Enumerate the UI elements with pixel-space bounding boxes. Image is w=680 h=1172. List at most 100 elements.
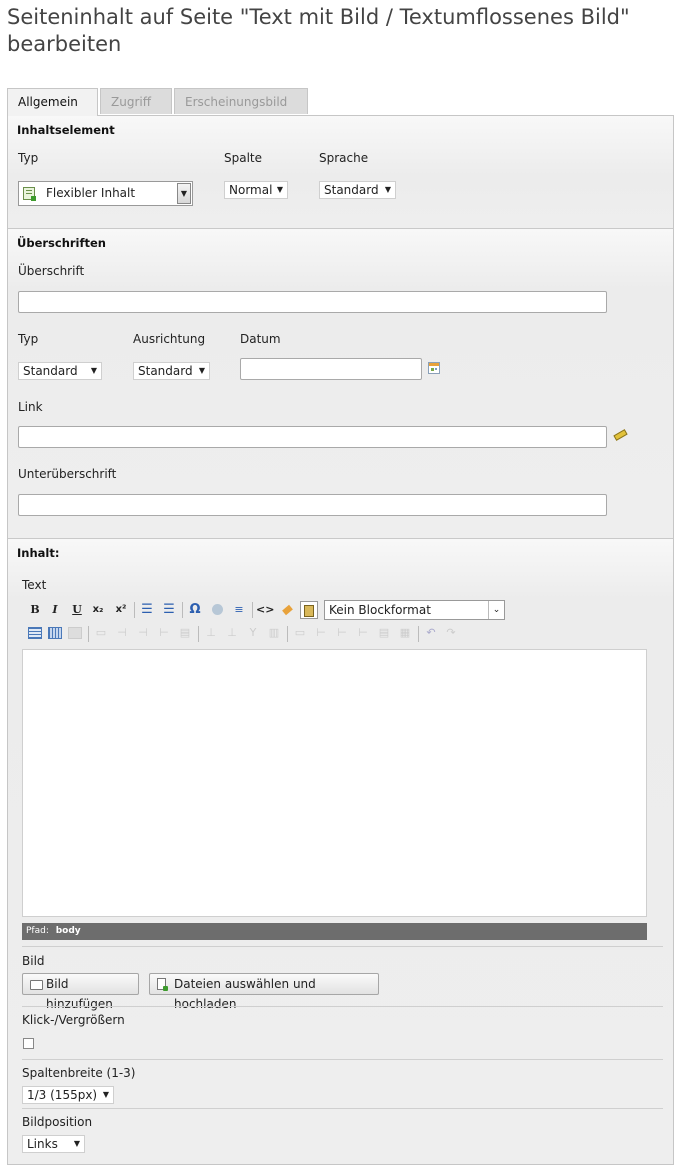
section-heading-inhalt: Inhalt: [17, 546, 60, 560]
unordered-list-icon[interactable]: ☰ [160, 601, 178, 619]
content-type-value: Flexibler Inhalt [46, 186, 136, 200]
cell-properties-icon: ▭ [294, 626, 306, 639]
blockformat-select[interactable]: Kein Blockformat ⌄ [324, 600, 505, 620]
horizontal-rule-icon[interactable]: ≡ [230, 601, 248, 619]
ausrichtung-value: Standard [138, 364, 193, 378]
field-divider [22, 1108, 663, 1109]
text-label: Text [22, 578, 47, 592]
chevron-down-icon[interactable]: ▼ [177, 183, 191, 204]
redo-icon[interactable]: ↷ [442, 624, 460, 642]
ueberschrift-input[interactable] [18, 291, 607, 313]
cell-insert-before-icon: ⊢ [316, 626, 326, 639]
underline-icon[interactable]: U [68, 601, 86, 619]
column-split-icon: ▥ [268, 626, 280, 639]
subscript-icon[interactable]: x₂ [89, 601, 107, 619]
tab-erscheinungsbild[interactable]: Erscheinungsbild [174, 88, 308, 114]
link-label: Link [18, 400, 43, 414]
table-icon[interactable] [26, 624, 44, 642]
add-image-label: Bild hinzufügen [46, 977, 113, 1011]
chevron-down-icon: ▼ [276, 185, 283, 194]
source-code-icon[interactable]: <> [256, 601, 274, 619]
datum-input[interactable] [240, 358, 422, 380]
unterueberschrift-label: Unterüberschrift [18, 467, 117, 481]
bold-icon[interactable]: B [26, 601, 44, 619]
ausrichtung-select[interactable]: Standard ▼ [133, 362, 210, 380]
tab-allgemein[interactable]: Allgemein [7, 88, 98, 116]
datum-label: Datum [240, 332, 281, 346]
undo-icon[interactable]: ↶ [422, 624, 440, 642]
link-wizard-icon[interactable] [613, 428, 628, 441]
add-image-button[interactable]: Bild hinzufügen [22, 973, 139, 1011]
field-divider [22, 1059, 663, 1060]
ausrichtung-label: Ausrichtung [133, 332, 206, 346]
form-panel: Inhaltselement Typ Spalte Sprache Flexib… [7, 115, 674, 1165]
cell-insert-after-icon: ⊢ [337, 626, 347, 639]
spalte-select[interactable]: Normal ▼ [224, 181, 288, 199]
column-delete-icon: Y [249, 626, 257, 639]
chevron-down-icon: ▼ [384, 185, 391, 194]
spalte-value: Normal [229, 183, 273, 197]
special-character-icon[interactable]: Ω [186, 601, 204, 619]
path-label: Pfad: [26, 926, 49, 936]
chevron-down-icon[interactable]: ⌄ [488, 601, 504, 619]
path-value[interactable]: body [56, 926, 81, 936]
section-heading-ueberschriften: Überschriften [17, 236, 106, 250]
paste-icon[interactable] [300, 601, 318, 619]
spaltenbreite-value: 1/3 (155px) [27, 1088, 98, 1102]
klick-checkbox[interactable] [23, 1038, 34, 1049]
column-insert-before-icon: ⊥ [206, 626, 216, 639]
toolbar-separator [252, 602, 253, 618]
upload-files-button[interactable]: Dateien auswählen und hochladen [149, 973, 379, 1011]
toolbar-separator [182, 602, 183, 618]
bildposition-value: Links [27, 1137, 58, 1151]
section-heading-inhaltselement: Inhaltselement [17, 123, 115, 137]
row-properties-icon: ▭ [95, 626, 107, 639]
cell-merge-icon: ▦ [399, 626, 411, 639]
cell-delete-icon: ⊢ [358, 626, 368, 639]
sprache-select[interactable]: Standard ▼ [319, 181, 396, 199]
superscript-icon[interactable]: x² [112, 601, 130, 619]
table-properties-icon[interactable] [46, 624, 64, 642]
link-icon[interactable] [208, 601, 226, 619]
column-insert-after-icon: ⊥ [227, 626, 237, 639]
chevron-down-icon: ▼ [102, 1090, 109, 1099]
toolbar-separator [198, 626, 199, 642]
chevron-down-icon: ▼ [73, 1139, 80, 1148]
italic-icon[interactable]: I [46, 601, 64, 619]
link-input[interactable] [18, 426, 607, 448]
clean-word-icon[interactable] [278, 601, 296, 619]
row-delete-icon: ⊢ [159, 626, 169, 639]
toolbar-separator [418, 626, 419, 642]
calendar-icon[interactable] [428, 362, 440, 374]
row-insert-after-icon: ⊣ [138, 626, 148, 639]
sprache-label: Sprache [319, 151, 369, 165]
toolbar-separator [88, 626, 89, 642]
sprache-value: Standard [324, 183, 379, 197]
chevron-down-icon: ▼ [198, 366, 205, 375]
spaltenbreite-select[interactable]: 1/3 (155px) ▼ [22, 1086, 114, 1104]
klick-label: Klick-/Vergrößern [22, 1013, 125, 1027]
header-typ-select[interactable]: Standard ▼ [18, 362, 102, 380]
cell-split-icon: ▤ [378, 626, 390, 639]
field-divider [22, 946, 663, 947]
bildposition-label: Bildposition [22, 1115, 93, 1129]
header-typ-label: Typ [18, 332, 39, 346]
ordered-list-icon[interactable]: ☰ [138, 601, 156, 619]
blockformat-value: Kein Blockformat [329, 603, 431, 617]
section-ueberschriften [8, 229, 673, 538]
folder-icon [30, 980, 43, 990]
spalte-label: Spalte [224, 151, 263, 165]
tab-zugriff[interactable]: Zugriff [100, 88, 172, 114]
rte-path-bar: Pfad: body [22, 923, 647, 940]
toolbar-separator [134, 602, 135, 618]
bild-label: Bild [22, 954, 45, 968]
bildposition-select[interactable]: Links ▼ [22, 1135, 85, 1153]
page-title: Seiteninhalt auf Seite "Text mit Bild / … [7, 5, 630, 56]
row-insert-before-icon: ⊣ [117, 626, 127, 639]
upload-files-label: Dateien auswählen und hochladen [174, 977, 316, 1011]
rte-editor-area[interactable] [22, 649, 647, 917]
content-type-select[interactable]: Flexibler Inhalt ▼ [18, 181, 193, 206]
field-divider [22, 1006, 663, 1007]
unterueberschrift-input[interactable] [18, 494, 607, 516]
rte-toolbar: B I U x₂ x² ☰ ☰ Ω ≡ <> Kein Blockformat … [22, 600, 662, 644]
